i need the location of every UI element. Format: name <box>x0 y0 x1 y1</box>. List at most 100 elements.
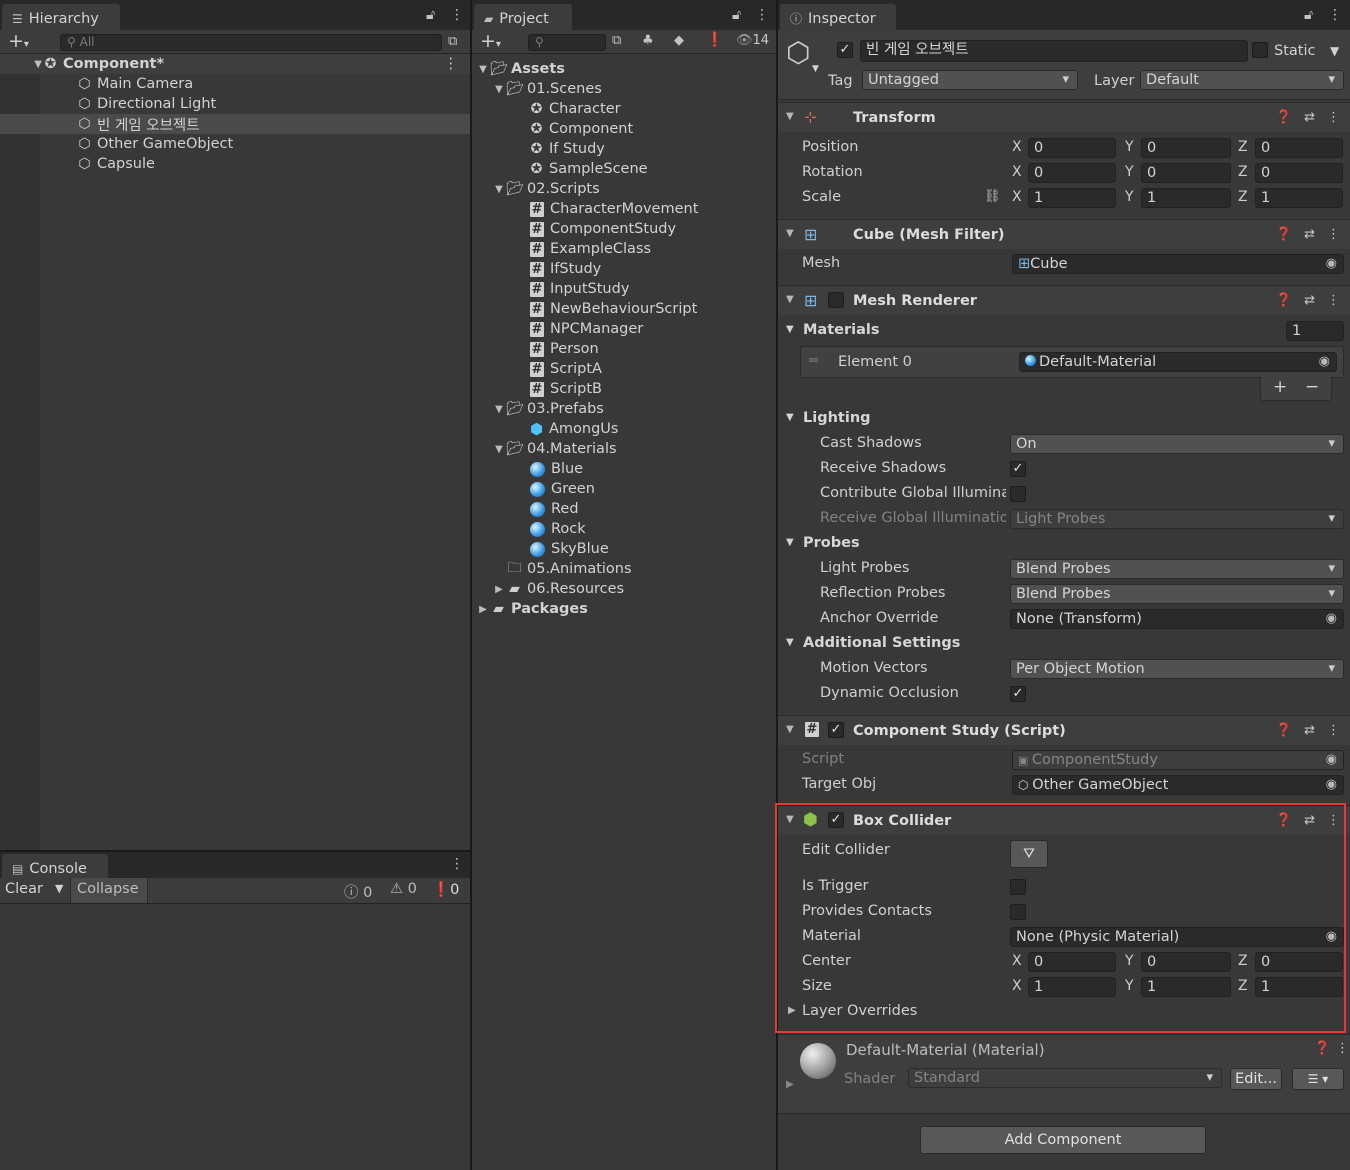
foldout-arrow-icon[interactable]: ▼ <box>786 412 794 423</box>
icon-dropdown-icon[interactable]: ▼ <box>812 64 819 74</box>
create-asset-button[interactable]: +▾ <box>480 32 501 54</box>
warning-count-toggle[interactable]: ⚠ 0 <box>390 881 417 897</box>
element0-material-field[interactable]: Default-Material <box>1019 352 1337 372</box>
search-by-type-icon[interactable]: ⧉ <box>612 33 621 48</box>
position-z-field[interactable]: 0 <box>1255 138 1343 158</box>
context-menu-icon[interactable]: ⋮ <box>1336 1041 1349 1056</box>
static-dropdown-icon[interactable]: ▼ <box>1330 44 1339 58</box>
cast-shadows-dropdown[interactable]: On <box>1010 434 1344 454</box>
mesh-filter-header[interactable]: ▼ ⊞ Cube (Mesh Filter) ❓ ⇄ ⋮ <box>778 219 1350 249</box>
script-asset[interactable]: # ExampleClass <box>472 239 776 259</box>
tag-dropdown[interactable]: Untagged <box>862 70 1078 90</box>
mesh-renderer-enabled-checkbox[interactable] <box>828 292 844 308</box>
folder-animations[interactable]: 🗀︎ 05.Animations <box>472 559 776 579</box>
filter-icon[interactable]: ♣ <box>642 33 654 48</box>
size-y-field[interactable]: 1 <box>1141 977 1231 997</box>
help-icon[interactable]: ❓ <box>1276 813 1292 828</box>
object-active-checkbox[interactable]: ✓ <box>837 42 853 58</box>
lock-icon[interactable]: 🔓︎ <box>426 7 435 23</box>
materials-row[interactable]: ▼ Materials 1 <box>778 318 1350 343</box>
expand-arrow-icon[interactable]: ▼ <box>492 404 506 415</box>
material-asset[interactable]: Green <box>472 479 776 499</box>
center-z-field[interactable]: 0 <box>1255 952 1343 972</box>
context-menu-icon[interactable]: ⋮ <box>1327 110 1340 125</box>
light-probes-dropdown[interactable]: Blend Probes <box>1010 559 1344 579</box>
clear-button[interactable]: Clear <box>5 881 43 897</box>
add-element-button[interactable]: + <box>1273 377 1287 397</box>
position-x-field[interactable]: 0 <box>1028 138 1116 158</box>
scene-asset[interactable]: ✪ Component <box>472 119 776 139</box>
script-asset[interactable]: # InputStudy <box>472 279 776 299</box>
anchor-override-field[interactable]: None (Transform) <box>1010 609 1344 629</box>
is-trigger-checkbox[interactable] <box>1010 879 1026 895</box>
shader-dropdown[interactable]: Standard <box>908 1068 1222 1088</box>
assets-folder[interactable]: ▼ 📂︎ Assets <box>472 59 776 79</box>
alert-icon[interactable]: ❗ <box>706 32 723 48</box>
preset-icon[interactable]: ⇄ <box>1304 293 1315 308</box>
size-z-field[interactable]: 1 <box>1255 977 1343 997</box>
expand-arrow-icon[interactable]: ▼ <box>492 84 506 95</box>
expand-arrow-icon[interactable]: ▼ <box>492 184 506 195</box>
additional-settings-row[interactable]: ▼ Additional Settings <box>778 631 1350 656</box>
clear-options-chevron-icon[interactable]: ▼ <box>55 882 63 895</box>
position-y-field[interactable]: 0 <box>1141 138 1231 158</box>
label-icon[interactable]: ◆ <box>674 33 684 48</box>
lighting-row[interactable]: ▼ Lighting <box>778 406 1350 431</box>
script-asset[interactable]: # ScriptB <box>472 379 776 399</box>
preset-icon[interactable]: ⇄ <box>1304 723 1315 738</box>
tab-hierarchy[interactable]: ☰ Hierarchy <box>2 4 120 30</box>
static-checkbox[interactable] <box>1252 42 1268 58</box>
foldout-arrow-icon[interactable]: ▼ <box>786 324 794 335</box>
scene-asset[interactable]: ✪ If Study <box>472 139 776 159</box>
tab-console[interactable]: ▤ Console <box>2 854 108 880</box>
context-menu-icon[interactable]: ⋮ <box>1327 227 1340 242</box>
foldout-arrow-icon[interactable]: ▼ <box>786 537 794 548</box>
script-asset[interactable]: # IfStudy <box>472 259 776 279</box>
kebab-menu-icon[interactable]: ⋮ <box>1328 7 1342 23</box>
script-asset[interactable]: # ScriptA <box>472 359 776 379</box>
preset-icon[interactable]: ⇄ <box>1304 813 1315 828</box>
folder-scripts[interactable]: ▼ 📂︎ 02.Scripts <box>472 179 776 199</box>
box-collider-enabled-checkbox[interactable]: ✓ <box>828 812 844 828</box>
scene-menu-icon[interactable]: ⋮ <box>444 56 459 72</box>
layer-dropdown[interactable]: Default <box>1140 70 1344 90</box>
lock-icon[interactable]: 🔓︎ <box>1304 7 1313 23</box>
kebab-menu-icon[interactable]: ⋮ <box>755 7 769 23</box>
hierarchy-item[interactable]: ⬡ Directional Light <box>0 94 470 114</box>
hierarchy-item-selected[interactable]: ⬡ 빈 게임 오브젝트 <box>0 114 470 134</box>
size-x-field[interactable]: 1 <box>1028 977 1116 997</box>
collapsed-arrow-icon[interactable]: ▶ <box>476 604 490 615</box>
target-obj-field[interactable]: ⬡ Other GameObject <box>1012 775 1344 795</box>
rotation-x-field[interactable]: 0 <box>1028 163 1116 183</box>
help-icon[interactable]: ❓ <box>1314 1041 1330 1056</box>
mesh-renderer-header[interactable]: ▼ ⊞ Mesh Renderer ❓ ⇄ ⋮ <box>778 285 1350 315</box>
motion-vectors-dropdown[interactable]: Per Object Motion <box>1010 659 1344 679</box>
component-study-header[interactable]: ▼ # ✓ Component Study (Script) ❓ ⇄ ⋮ <box>778 715 1350 745</box>
material-asset[interactable]: Blue <box>472 459 776 479</box>
log-count-toggle[interactable]: ⓘ 0 <box>344 881 372 902</box>
dynamic-occlusion-checkbox[interactable]: ✓ <box>1010 686 1026 702</box>
collapsed-arrow-icon[interactable]: ▶ <box>788 1005 796 1016</box>
material-asset[interactable]: Red <box>472 499 776 519</box>
scale-x-field[interactable]: 1 <box>1028 188 1116 208</box>
folder-materials[interactable]: ▼ 📂︎ 04.Materials <box>472 439 776 459</box>
context-menu-icon[interactable]: ⋮ <box>1327 293 1340 308</box>
hierarchy-item[interactable]: ⬡ Other GameObject <box>0 134 470 154</box>
hidden-packages-icon[interactable]: 👁︎14 <box>736 33 769 48</box>
context-menu-icon[interactable]: ⋮ <box>1327 813 1340 828</box>
script-asset[interactable]: # Person <box>472 339 776 359</box>
foldout-arrow-icon[interactable]: ▼ <box>786 814 794 825</box>
expand-arrow-icon[interactable]: ▼ <box>0 59 42 70</box>
folder-resources[interactable]: ▶ ▰ 06.Resources <box>472 579 776 599</box>
layer-overrides-row[interactable]: ▶ Layer Overrides <box>778 999 1350 1024</box>
project-search-input[interactable]: ⚲ <box>528 34 606 51</box>
constrain-proportions-icon[interactable]: ⛓ <box>984 189 1001 204</box>
script-asset[interactable]: # ComponentStudy <box>472 219 776 239</box>
drag-handle-icon[interactable]: ═ <box>809 353 818 369</box>
hierarchy-item[interactable]: ⬡ Main Camera <box>0 74 470 94</box>
scene-visibility-icon[interactable]: ⧉ <box>448 34 457 49</box>
scale-z-field[interactable]: 1 <box>1255 188 1343 208</box>
scene-asset[interactable]: ✪ Character <box>472 99 776 119</box>
remove-element-button[interactable]: − <box>1305 377 1319 397</box>
component-study-enabled-checkbox[interactable]: ✓ <box>828 722 844 738</box>
